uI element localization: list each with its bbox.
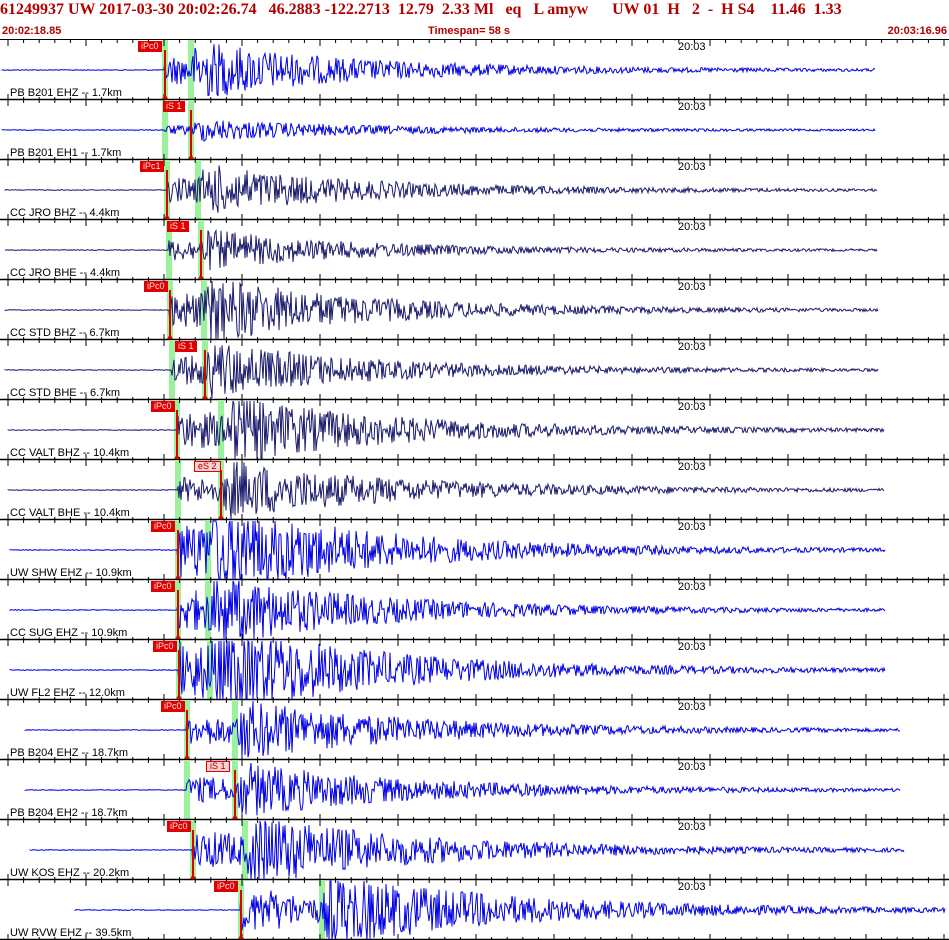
waveform[interactable]: [24, 700, 901, 758]
time-marker-label: 20:03: [678, 641, 706, 653]
channel-label: UW FL2 EHZ -- 12.0km: [10, 687, 125, 699]
channel-label: CC JRO BHE -- 4.4km: [10, 267, 121, 279]
pick-tag[interactable]: iPc0: [151, 521, 175, 532]
channel-label: UW KOS EHZ -- 20.2km: [10, 867, 130, 879]
time-marker-label: 20:03: [678, 401, 706, 413]
waveform[interactable]: [7, 461, 885, 520]
event-header: 61249937 UW 2017-03-30 20:02:26.74 46.28…: [0, 0, 949, 40]
channel-label: PB B204 EH2 -- 18.7km: [10, 807, 128, 819]
pick-tag[interactable]: eS 2: [194, 461, 221, 472]
waveform[interactable]: [9, 580, 886, 640]
pick-tag[interactable]: iPc0: [151, 581, 175, 592]
waveform[interactable]: [9, 639, 886, 700]
channel-label: UW SHW EHZ -- 10.9km: [10, 567, 132, 579]
window-start-time: 20:02:18.85: [2, 25, 62, 37]
waveform[interactable]: [4, 345, 879, 398]
time-marker-label: 20:03: [678, 221, 706, 233]
channel-label: CC VALT BHZ -- 10.4km: [10, 447, 130, 459]
s-arrival-band: [218, 400, 224, 460]
timespan-readout: Timespan= 58 s: [428, 25, 511, 37]
time-marker-label: 20:03: [678, 341, 706, 353]
time-marker-label: 20:03: [678, 461, 706, 473]
channel-label: CC VALT BHE -- 10.4km: [10, 507, 130, 519]
waveform[interactable]: [29, 820, 905, 880]
pick-tag[interactable]: iS 1: [206, 761, 230, 772]
time-marker-label: 20:03: [678, 281, 706, 293]
channel-label: PB B204 EHZ -- 18.7km: [10, 747, 128, 759]
pick-tag[interactable]: iPc0: [214, 881, 238, 892]
pick-tag[interactable]: iPc1: [140, 161, 164, 172]
pick-tag[interactable]: iPc0: [161, 701, 185, 712]
waveform[interactable]: [74, 880, 946, 940]
waveform[interactable]: [4, 165, 878, 213]
time-marker-label: 20:03: [678, 881, 706, 893]
time-marker-label: 20:03: [678, 41, 706, 53]
time-marker-label: 20:03: [678, 701, 706, 713]
window-end-time: 20:03:16.96: [887, 25, 947, 37]
time-marker-label: 20:03: [678, 761, 706, 773]
pick-tag[interactable]: iS 1: [175, 341, 197, 352]
waveform[interactable]: [7, 400, 885, 460]
event-summary: 61249937 UW 2017-03-30 20:02:26.74 46.28…: [0, 1, 842, 18]
waveform[interactable]: [9, 520, 886, 580]
channel-label: PB B201 EH1 -- 1.7km: [10, 147, 122, 159]
time-marker-label: 20:03: [678, 521, 706, 533]
waveform[interactable]: [4, 228, 878, 271]
pick-tag[interactable]: iS 1: [167, 221, 189, 232]
s-arrival-band: [242, 820, 248, 880]
channel-label: CC JRO BHZ -- 4.4km: [10, 207, 120, 219]
channel-label: CC SUG EHZ -- 10.9km: [10, 627, 128, 639]
pick-tag[interactable]: iPc0: [138, 41, 162, 52]
time-marker-label: 20:03: [678, 581, 706, 593]
waveform[interactable]: [4, 280, 879, 340]
pick-tag[interactable]: iS 1: [163, 101, 185, 112]
seismogram-panel[interactable]: iPc0 20:03 PB B201 EHZ -- 1.7km iS 1 20:03 PB…: [0, 40, 949, 940]
channel-label: CC STD BHZ -- 6.7km: [10, 327, 120, 339]
pick-tag[interactable]: iPc0: [153, 641, 177, 652]
trace-canvas[interactable]: [0, 40, 949, 940]
channel-label: PB B201 EHZ -- 1.7km: [10, 87, 122, 99]
time-marker-label: 20:03: [678, 821, 706, 833]
pick-tag[interactable]: iPc0: [167, 821, 191, 832]
waveform[interactable]: [1, 120, 876, 142]
pick-tag[interactable]: iPc0: [151, 401, 175, 412]
waveform[interactable]: [24, 762, 901, 816]
waveform[interactable]: [1, 44, 876, 97]
channel-label: CC STD BHE -- 6.7km: [10, 387, 121, 399]
channel-label: UW RVW EHZ -- 39.5km: [10, 927, 132, 939]
pick-tag[interactable]: iPc0: [144, 281, 168, 292]
time-marker-label: 20:03: [678, 101, 706, 113]
time-marker-label: 20:03: [678, 161, 706, 173]
